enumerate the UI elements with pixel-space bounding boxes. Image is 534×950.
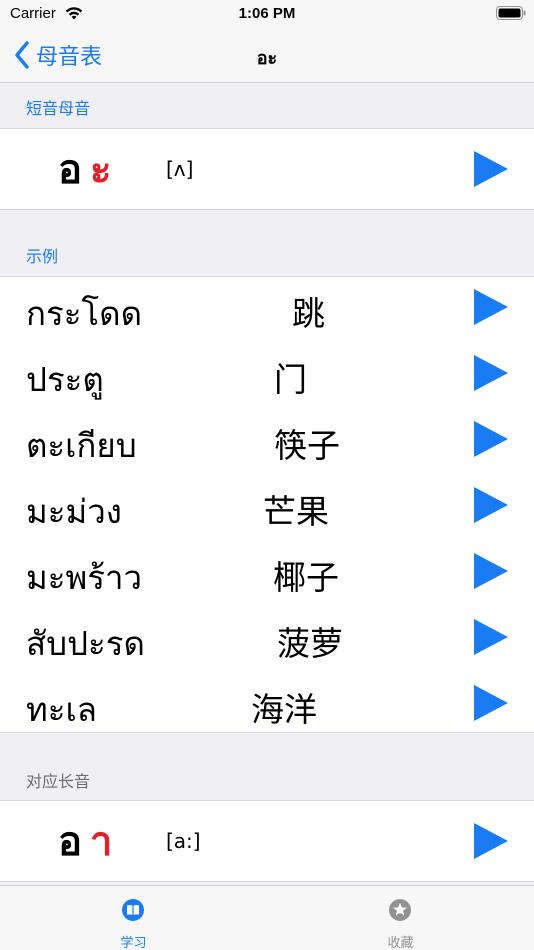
example-row[interactable]: ตะเกียบ 筷子 [0,409,534,475]
glyph-base: อ [58,819,82,865]
play-icon [474,685,508,721]
thai-word: ทะเล [26,690,97,729]
chinese-word: 菠萝 [277,624,343,663]
chinese-word: 筷子 [274,426,340,465]
play-icon [474,823,508,859]
play-button[interactable] [474,151,508,187]
play-icon [474,151,508,187]
tab-study[interactable]: 学习 [0,886,267,950]
play-button[interactable] [474,823,508,859]
status-bar: Carrier 1:06 PM [0,0,534,28]
book-icon [122,899,144,921]
example-row[interactable]: กระโดด 跳 [0,277,534,343]
examples-card: กระโดด 跳 ประตู 门 ตะเกียบ 筷子 มะม่วง 芒果 มะ… [0,276,534,733]
battery-icon [496,6,526,20]
play-button[interactable] [474,685,508,721]
long-vowel-row: อ า [a:] [0,801,534,881]
tab-favorites-label: 收藏 [387,936,414,950]
page-title: อะ [256,48,278,69]
thai-word: สับปะรด [26,624,145,663]
tab-favorites[interactable]: 收藏 [267,886,534,950]
play-button[interactable] [474,421,508,457]
play-icon [474,487,508,523]
play-button[interactable] [474,487,508,523]
long-vowel-header: 对应长音 [26,772,91,791]
ipa-label: [a:] [166,829,201,853]
thai-word: ประตู [26,360,104,399]
play-button[interactable] [474,289,508,325]
example-row[interactable]: มะพร้าว 椰子 [0,541,534,607]
play-button[interactable] [474,355,508,391]
glyph-base: อ [58,147,82,193]
chinese-word: 门 [274,360,307,399]
example-row[interactable]: ประตู 门 [0,343,534,409]
glyph-vowel: า [90,819,112,865]
play-icon [474,553,508,589]
thai-word: มะม่วง [26,492,122,531]
tab-bar: 学习 收藏 [0,885,534,950]
thai-word: กระโดด [26,294,143,333]
short-vowel-glyph: อ ะ [58,147,111,193]
tab-study-label: 学习 [120,936,147,950]
example-row[interactable]: สับปะรด 菠萝 [0,607,534,673]
example-row[interactable]: ทะเล 海洋 [0,673,534,739]
thai-word: มะพร้าว [26,558,143,597]
chinese-word: 跳 [292,294,325,333]
glyph-vowel: ะ [90,147,111,193]
example-row[interactable]: มะม่วง 芒果 [0,475,534,541]
examples-header: 示例 [26,247,59,266]
thai-word: ตะเกียบ [26,426,137,465]
ipa-label: [ʌ] [166,157,194,181]
long-vowel-glyph: อ า [58,819,112,865]
play-icon [474,421,508,457]
short-vowel-header: 短音母音 [26,99,91,118]
navigation-bar: 母音表 อะ [0,28,534,83]
play-button[interactable] [474,619,508,655]
chinese-word: 椰子 [273,558,339,597]
clock: 1:06 PM [238,5,296,22]
chinese-word: 芒果 [263,492,329,531]
short-vowel-card: อ ะ [ʌ] [0,128,534,210]
play-icon [474,619,508,655]
star-icon [389,899,411,921]
short-vowel-row: อ ะ [ʌ] [0,129,534,209]
play-icon [474,355,508,391]
play-icon [474,289,508,325]
play-button[interactable] [474,553,508,589]
long-vowel-card: อ า [a:] [0,800,534,882]
chinese-word: 海洋 [251,690,317,729]
